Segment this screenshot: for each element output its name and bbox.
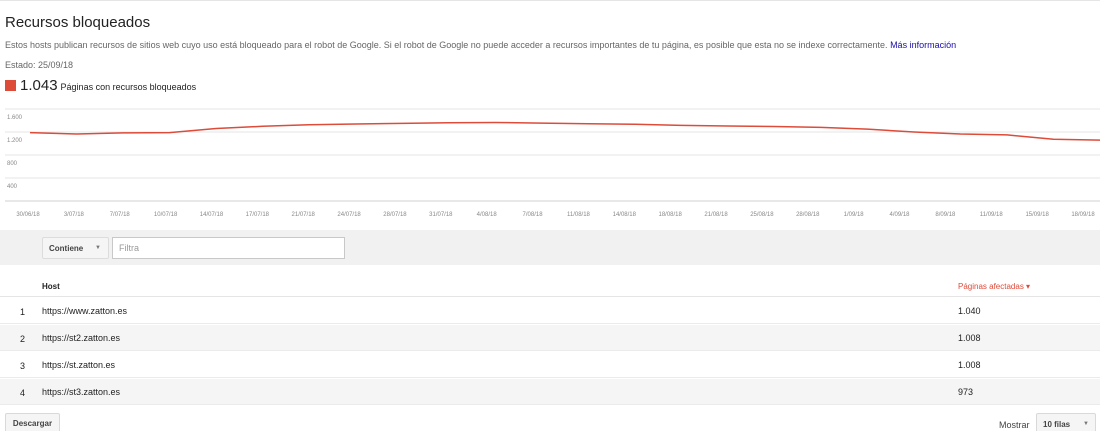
legend-swatch — [5, 80, 16, 91]
x-tick-label: 4/08/18 — [477, 212, 498, 218]
table-row[interactable]: 2 https://st2.zatton.es 1.008 — [0, 325, 1100, 351]
legend-value: 1.043 — [20, 77, 58, 94]
table-row[interactable]: 4 https://st3.zatton.es 973 — [0, 379, 1100, 405]
x-tick-label: 10/07/18 — [154, 212, 178, 218]
table-row[interactable]: 3 https://st.zatton.es 1.008 — [0, 352, 1100, 378]
x-tick-label: 31/07/18 — [429, 212, 453, 218]
column-header-affected-pages[interactable]: Páginas afectadas ▾ — [958, 282, 1030, 291]
chart-legend[interactable]: 1.043 Páginas con recursos bloqueados — [5, 77, 196, 94]
chevron-down-icon: ▼ — [95, 245, 101, 251]
row-affected-pages: 1.008 — [958, 360, 981, 370]
download-button[interactable]: Descargar — [5, 413, 60, 431]
top-divider — [0, 0, 1100, 1]
series-line — [29, 121, 1100, 141]
x-tick-label: 1/09/18 — [844, 212, 865, 218]
description-text: Estos hosts publican recursos de sitios … — [5, 40, 888, 50]
row-host[interactable]: https://www.zatton.es — [42, 306, 127, 316]
row-index: 2 — [20, 334, 26, 344]
column-header-host[interactable]: Host — [42, 282, 60, 291]
legend-label: Páginas con recursos bloqueados — [60, 82, 197, 92]
table-header: Host Páginas afectadas ▾ — [0, 275, 1100, 297]
rows-per-page-label: Mostrar — [999, 420, 1030, 430]
row-host[interactable]: https://st.zatton.es — [42, 360, 115, 370]
row-host[interactable]: https://st3.zatton.es — [42, 387, 120, 397]
x-tick-label: 8/09/18 — [935, 212, 956, 218]
blocked-resources-chart: 1.600 1.200 800 400 30/06/18 3/07/18 7/07/18 10… — [5, 108, 1100, 218]
x-tick-label: 21/07/18 — [292, 212, 316, 218]
more-info-link[interactable]: Más información — [890, 40, 956, 50]
x-tick-label: 4/09/18 — [890, 212, 911, 218]
page-description: Estos hosts publican recursos de sitios … — [5, 40, 956, 50]
x-tick-label: 11/09/18 — [980, 212, 1004, 218]
filter-bar: Contiene ▼ — [0, 230, 1100, 265]
x-tick-label: 17/07/18 — [246, 212, 270, 218]
row-affected-pages: 1.008 — [958, 333, 981, 343]
filter-operator-dropdown[interactable]: Contiene ▼ — [42, 237, 109, 259]
row-index: 1 — [20, 307, 26, 317]
x-tick-label: 15/09/18 — [1025, 212, 1049, 218]
table-row[interactable]: 1 https://www.zatton.es 1.040 — [0, 298, 1100, 324]
x-tick-label: 7/07/18 — [110, 212, 131, 218]
x-tick-label: 7/08/18 — [523, 212, 544, 218]
x-tick-label: 24/07/18 — [337, 212, 361, 218]
status-date: Estado: 25/09/18 — [5, 60, 74, 70]
y-tick-label: 1.600 — [7, 115, 23, 121]
x-tick-label: 28/08/18 — [796, 212, 820, 218]
row-index: 3 — [20, 361, 26, 371]
y-tick-label: 400 — [7, 184, 18, 190]
row-affected-pages: 973 — [958, 387, 974, 397]
x-tick-label: 21/08/18 — [704, 212, 728, 218]
x-tick-label: 28/07/18 — [383, 212, 407, 218]
x-tick-label: 11/08/18 — [567, 212, 591, 218]
x-tick-label: 30/06/18 — [16, 212, 40, 218]
filter-operator-label: Contiene — [49, 244, 84, 253]
x-tick-label: 18/08/18 — [658, 212, 682, 218]
page-title: Recursos bloqueados — [5, 14, 151, 31]
y-tick-label: 800 — [7, 161, 18, 167]
x-tick-label: 25/08/18 — [750, 212, 774, 218]
row-host[interactable]: https://st2.zatton.es — [42, 333, 120, 343]
row-index: 4 — [20, 388, 26, 398]
y-tick-label: 1.200 — [7, 138, 23, 144]
filter-input[interactable] — [112, 237, 345, 259]
x-tick-label: 14/07/18 — [200, 212, 224, 218]
row-affected-pages: 1.040 — [958, 306, 981, 316]
rows-per-page-select[interactable]: 10 filas ▼ — [1036, 413, 1096, 431]
chevron-down-icon: ▼ — [1083, 421, 1089, 427]
x-tick-label: 14/08/18 — [613, 212, 637, 218]
x-tick-label: 18/09/18 — [1071, 212, 1095, 218]
rows-per-page-value: 10 filas — [1043, 420, 1071, 429]
x-tick-label: 3/07/18 — [64, 212, 85, 218]
